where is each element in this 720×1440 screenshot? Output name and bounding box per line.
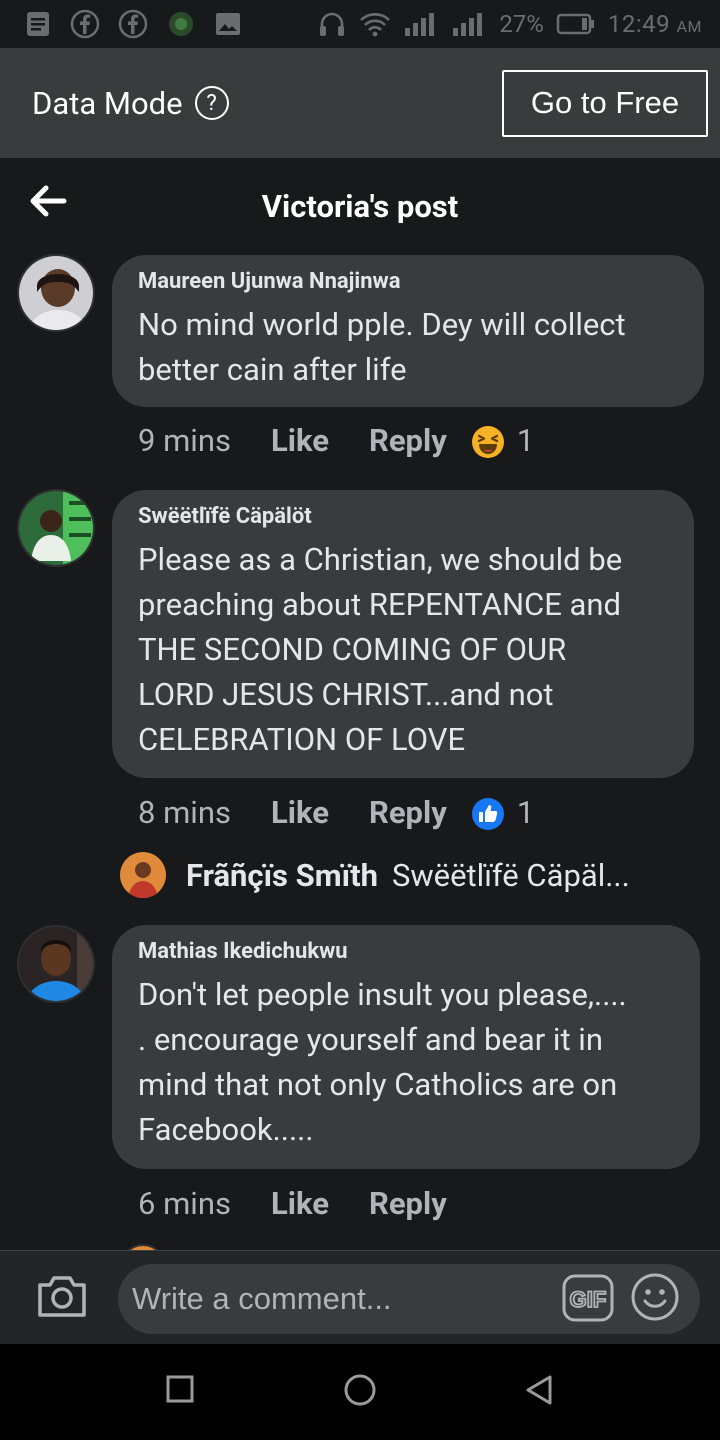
avatar [120, 852, 166, 898]
signal-icon [451, 10, 487, 38]
wifi-icon [359, 10, 391, 38]
app-notification-icon [166, 9, 196, 39]
comment-actions: 6 mins Like Reply [138, 1185, 471, 1222]
notes-icon [24, 10, 52, 38]
go-to-free-button[interactable]: Go to Free [502, 69, 708, 137]
comment-text: Don't let people insult you please,.... … [138, 976, 627, 1148]
comment-author[interactable]: Maureen Ujunwa Nnajinwa [138, 269, 678, 294]
signal-icon [403, 10, 439, 38]
battery-percent: 27% [499, 10, 544, 38]
gif-icon[interactable]: GIF [562, 1274, 614, 1326]
comment-bubble[interactable]: Swëëtlïfë Cäpälöt Please as a Christian,… [112, 490, 694, 778]
recent-apps-icon[interactable] [166, 1374, 194, 1408]
comment-actions: 8 mins Like Reply 1 [138, 794, 534, 831]
comment-text: Please as a Christian, we should be prea… [138, 541, 623, 758]
comment-timestamp: 6 mins [138, 1185, 231, 1222]
back-icon[interactable] [524, 1374, 554, 1410]
reply-author[interactable]: Frãñçïs Smïth [186, 857, 378, 894]
data-mode-banner: Data Mode ? Go to Free [0, 48, 720, 158]
navigation-bar [0, 1344, 720, 1440]
comment-bubble[interactable]: Mathias Ikedichukwu Don't let people ins… [112, 925, 700, 1169]
comment-text: No mind world pple. Dey will collect bet… [138, 306, 626, 388]
reaction-count[interactable]: 1 [517, 422, 534, 459]
home-icon[interactable] [343, 1374, 377, 1412]
gif-label: GIF [570, 1287, 607, 1312]
facebook-notification-icon [118, 9, 148, 39]
clock: 12:49 AM [607, 10, 702, 38]
data-mode-label: Data Mode [32, 84, 183, 122]
reply-snippet: Swëëtlïfë Cäpäl... [391, 856, 630, 894]
reply-button[interactable]: Reply [369, 422, 447, 459]
comment-composer: GIF [0, 1250, 720, 1344]
avatar[interactable] [17, 489, 95, 567]
comment-author[interactable]: Swëëtlïfë Cäpälöt [138, 504, 668, 529]
headphones-icon [317, 9, 347, 39]
battery-icon [556, 12, 596, 36]
back-arrow-icon[interactable] [28, 184, 68, 218]
reply-button[interactable]: Reply [369, 794, 447, 831]
comment-actions: 9 mins Like Reply 1 [138, 422, 534, 459]
avatar[interactable] [17, 254, 95, 332]
help-icon[interactable]: ? [194, 86, 229, 120]
reaction-count[interactable]: 1 [517, 794, 534, 831]
status-bar: 27% 12:49 AM [0, 0, 720, 48]
image-icon [214, 10, 242, 38]
reply-preview[interactable]: Frãñçïs Smïth Swëëtlïfë Cäpäl... [120, 852, 630, 898]
reply-button[interactable]: Reply [369, 1185, 447, 1222]
like-button[interactable]: Like [271, 794, 329, 831]
comment-author[interactable]: Mathias Ikedichukwu [138, 939, 674, 964]
comment-bubble[interactable]: Maureen Ujunwa Nnajinwa No mind world pp… [112, 255, 704, 407]
comment-list: Maureen Ujunwa Nnajinwa No mind world pp… [0, 254, 720, 1250]
avatar[interactable] [17, 925, 95, 1003]
facebook-notification-icon [70, 9, 100, 39]
thumbs-up-icon[interactable] [471, 797, 504, 830]
like-button[interactable]: Like [271, 422, 329, 459]
laughing-emoji-icon[interactable] [471, 425, 504, 458]
emoji-icon[interactable] [630, 1272, 680, 1326]
camera-icon[interactable] [36, 1273, 88, 1323]
page-title: Victoria's post [261, 187, 459, 225]
post-header: Victoria's post [0, 158, 720, 254]
comment-timestamp: 9 mins [138, 422, 231, 459]
comment-timestamp: 8 mins [138, 794, 231, 831]
like-button[interactable]: Like [271, 1185, 329, 1222]
